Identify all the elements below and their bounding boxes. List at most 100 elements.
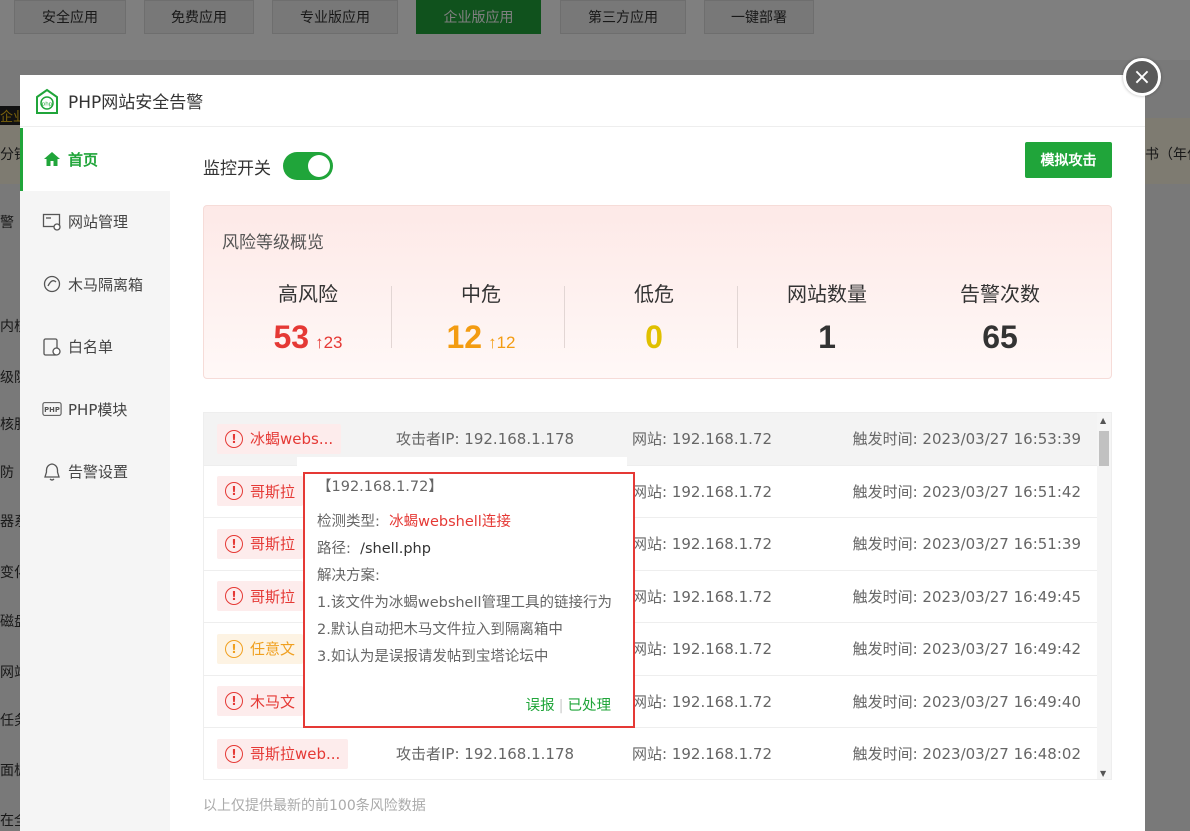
risk-overview-title: 风险等级概览: [222, 233, 324, 253]
scroll-up-arrow-icon[interactable]: ▲: [1100, 416, 1106, 425]
popover-solution-2: 2.默认自动把木马文件拉入到隔离箱中: [317, 622, 563, 638]
quarantine-icon: [42, 274, 62, 294]
alert-circle-icon: !: [225, 482, 243, 501]
list-footnote: 以上仅提供最新的前100条风险数据: [203, 798, 426, 814]
scroll-thumb[interactable]: [1099, 431, 1109, 466]
sidebar-item-label: PHP模块: [68, 400, 128, 419]
popover-type-value: 冰蝎webshell连接: [389, 514, 511, 530]
alert-circle-icon: !: [225, 692, 243, 711]
stat-label: 低危: [634, 282, 674, 306]
risk-overview-panel: 风险等级概览 高风险 53 ↑23 中危 12 ↑12 低危 0 网站数量 1 告: [203, 205, 1112, 379]
risk-tag-label: 哥斯拉: [250, 587, 296, 606]
risk-tag[interactable]: ! 哥斯拉web...: [217, 738, 349, 769]
trigger-time: 触发时间: 2023/03/27 16:48:02: [852, 745, 1081, 764]
trigger-time: 触发时间: 2023/03/27 16:53:39: [852, 430, 1081, 449]
trigger-time: 触发时间: 2023/03/27 16:51:39: [852, 535, 1081, 554]
popover-top-strip: [297, 457, 627, 471]
site-icon: [42, 212, 62, 232]
php-shield-logo-icon: php: [36, 88, 58, 114]
svg-text:PHP: PHP: [44, 406, 60, 414]
monitor-switch-label: 监控开关: [203, 158, 271, 179]
stat-divider: [564, 286, 565, 348]
popover-host: 【192.168.1.72】: [317, 479, 443, 495]
alert-circle-icon: !: [225, 639, 243, 658]
stat-number: 12: [446, 319, 483, 355]
scroll-down-arrow-icon[interactable]: ▼: [1100, 769, 1106, 778]
stat-delta: ↑23: [315, 333, 343, 352]
stat-label: 中危: [461, 282, 501, 306]
stat-value: 65: [914, 319, 1086, 356]
risk-tag-label: 哥斯拉: [250, 535, 296, 554]
stat-medium-risk: 中危 12 ↑12: [395, 278, 567, 356]
php-icon: PHP: [42, 399, 62, 419]
close-dialog-button[interactable]: ×: [1123, 58, 1161, 96]
site: 网站: 192.168.1.72: [632, 430, 773, 449]
mark-handled-link[interactable]: 已处理: [568, 698, 612, 714]
stat-label: 高风险: [278, 282, 338, 306]
stat-number: 65: [982, 319, 1018, 355]
site: 网站: 192.168.1.72: [632, 587, 773, 606]
stat-divider: [391, 286, 392, 348]
sidebar-item-home[interactable]: 首页: [20, 128, 170, 191]
sidebar-item-php-module[interactable]: PHP PHP模块: [20, 378, 170, 441]
attacker-ip: 攻击者IP: 192.168.1.178: [396, 430, 575, 449]
risk-tag[interactable]: ! 哥斯拉: [217, 581, 304, 612]
stat-value: 1: [741, 319, 913, 356]
dialog-title: PHP网站安全告警: [68, 93, 204, 113]
toggle-knob: [308, 155, 330, 177]
close-icon: ×: [1132, 64, 1152, 90]
alert-row[interactable]: ! 哥斯拉web... 攻击者IP: 192.168.1.178 网站: 192.…: [204, 728, 1111, 779]
trigger-time: 触发时间: 2023/03/27 16:49:45: [852, 587, 1081, 606]
svg-text:php: php: [42, 101, 53, 107]
stat-label: 网站数量: [787, 282, 867, 306]
risk-tag[interactable]: ! 哥斯拉: [217, 528, 304, 559]
dialog-header: php PHP网站安全告警: [20, 75, 1145, 127]
stat-delta: ↑12: [488, 333, 516, 352]
stat-divider: [737, 286, 738, 348]
false-positive-link[interactable]: 误报: [526, 698, 555, 714]
monitor-toggle[interactable]: [283, 152, 333, 180]
risk-tag-label: 哥斯拉: [250, 482, 296, 501]
site: 网站: 192.168.1.72: [632, 692, 773, 711]
sidebar-item-label: 网站管理: [68, 213, 129, 232]
site: 网站: 192.168.1.72: [632, 535, 773, 554]
trigger-time: 触发时间: 2023/03/27 16:49:42: [852, 640, 1081, 659]
popover-path-row: 路径: /shell.php: [317, 536, 621, 563]
whitelist-icon: [42, 337, 62, 357]
sidebar-item-label: 告警设置: [68, 463, 129, 482]
alert-circle-icon: !: [225, 744, 243, 763]
sidebar-item-site-management[interactable]: 网站管理: [20, 191, 170, 254]
alert-detail-popover: 【192.168.1.72】 检测类型: 冰蝎webshell连接 路径: /s…: [303, 472, 635, 728]
popover-path-value: /shell.php: [360, 541, 431, 557]
risk-tag-label: 任意文: [250, 640, 296, 659]
risk-tag[interactable]: ! 哥斯拉: [217, 476, 304, 507]
stat-label: 告警次数: [960, 282, 1040, 306]
sidebar-item-label: 白名单: [68, 338, 114, 357]
sidebar-item-label: 木马隔离箱: [68, 275, 144, 294]
simulate-attack-button[interactable]: 模拟攻击: [1025, 142, 1112, 178]
site: 网站: 192.168.1.72: [632, 745, 773, 764]
sidebar-item-trojan-quarantine[interactable]: 木马隔离箱: [20, 253, 170, 316]
alert-circle-icon: !: [225, 587, 243, 606]
stat-number: 1: [818, 319, 836, 355]
stat-value: 0: [568, 319, 740, 356]
attacker-ip: 攻击者IP: 192.168.1.178: [396, 745, 575, 764]
stat-alert-count: 告警次数 65: [914, 278, 1086, 356]
popover-path-label: 路径:: [317, 541, 351, 557]
stat-number: 0: [645, 319, 663, 355]
popover-solution-1: 1.该文件为冰蝎webshell管理工具的链接行为: [317, 595, 613, 611]
sidebar-item-whitelist[interactable]: 白名单: [20, 316, 170, 379]
alert-circle-icon: !: [225, 429, 243, 448]
trigger-time: 触发时间: 2023/03/27 16:49:40: [852, 692, 1081, 711]
list-scrollbar[interactable]: ▲ ▼: [1097, 413, 1111, 779]
dialog-sidebar: 首页 网站管理 木马隔离箱 白名单 PHP PHP模块 告警设置: [20, 128, 170, 831]
sidebar-item-alert-settings[interactable]: 告警设置: [20, 441, 170, 504]
risk-tag[interactable]: ! 木马文: [217, 686, 304, 717]
risk-tag[interactable]: ! 冰蝎webs...: [217, 423, 342, 454]
risk-tag-label: 哥斯拉web...: [250, 745, 341, 764]
stat-low-risk: 低危 0: [568, 278, 740, 356]
risk-tag-label: 冰蝎webs...: [250, 430, 334, 449]
risk-tag[interactable]: ! 任意文: [217, 633, 304, 664]
popover-solution-label: 解决方案:: [317, 568, 380, 584]
alert-circle-icon: !: [225, 534, 243, 553]
